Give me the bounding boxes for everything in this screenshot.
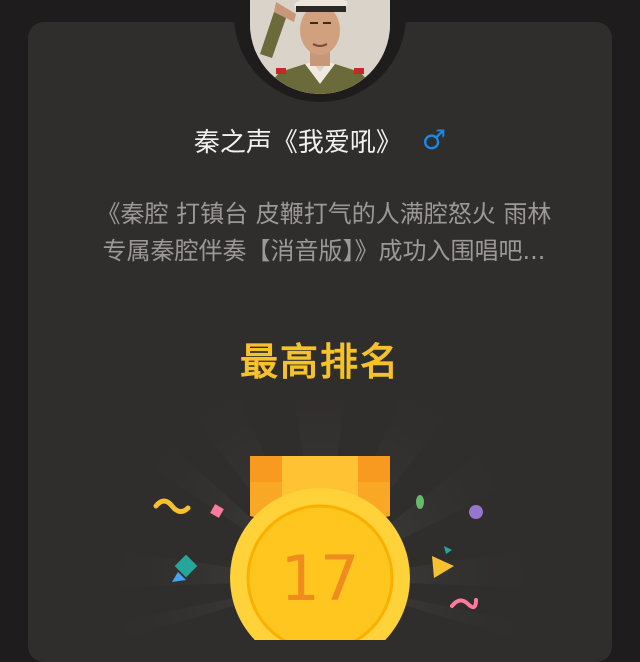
confetti-purple-dot bbox=[469, 505, 483, 519]
rank-medal: 17 bbox=[220, 452, 420, 662]
confetti-squiggle-left bbox=[153, 498, 191, 514]
confetti-teal-triangle bbox=[444, 546, 452, 554]
rank-number: 17 bbox=[281, 542, 360, 615]
confetti-squiggle-right bbox=[450, 598, 478, 610]
confetti-yellow-triangle bbox=[432, 556, 454, 578]
